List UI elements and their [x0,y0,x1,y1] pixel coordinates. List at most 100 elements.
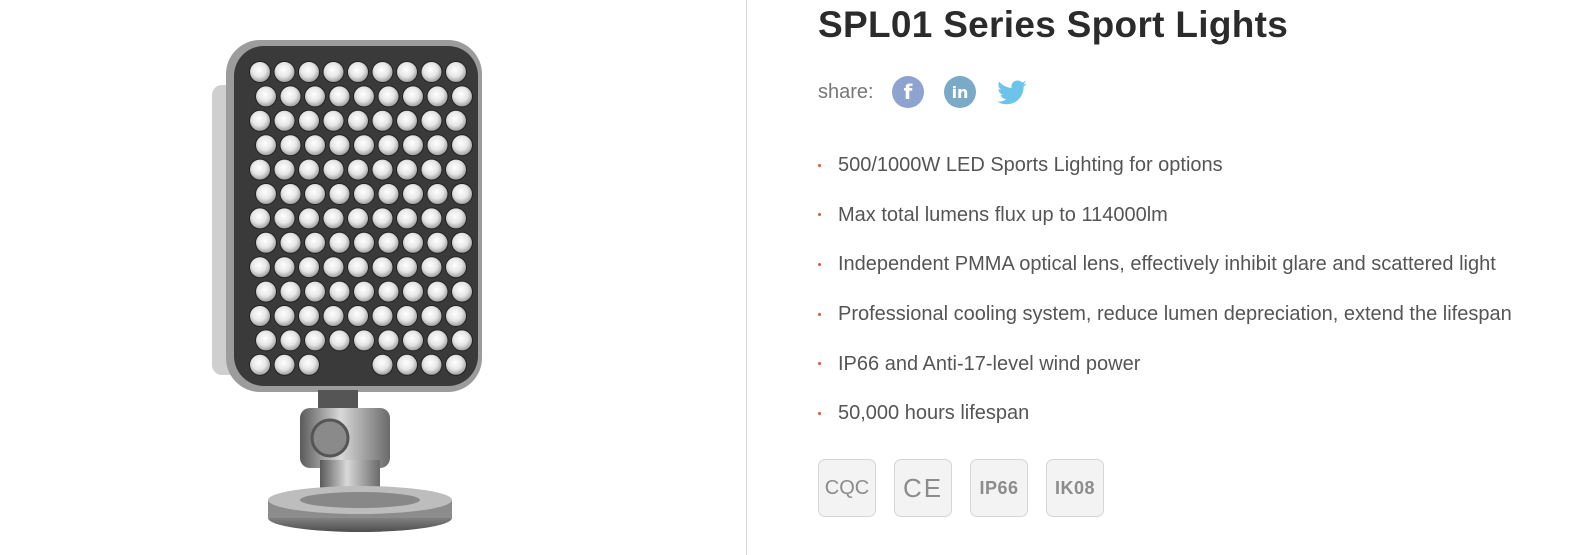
led-lens [255,183,277,205]
facebook-share-button[interactable]: f [891,76,924,108]
led-lens [396,158,418,181]
led-lens [445,109,467,132]
share-bar: share: f in [818,74,1048,110]
led-lens [377,280,400,303]
feature-text: 500/1000W LED Sports Lighting for option… [838,154,1223,177]
led-lens [298,305,320,327]
led-lens [249,158,271,181]
led-lens [420,158,443,181]
led-lens [396,256,418,279]
led-lens [451,183,473,205]
led-lens [273,256,296,279]
led-lens [445,207,467,230]
led-lens [451,329,473,352]
led-lens [322,305,345,327]
list-item: 500/1000W LED Sports Lighting for option… [818,141,1512,191]
led-lens [249,353,271,376]
led-lens [298,256,320,279]
led-lens [402,231,424,254]
led-lens [396,305,418,327]
linkedin-icon: in [951,83,968,102]
bullet-icon [818,312,821,316]
led-lens [353,231,375,254]
led-lens [396,61,418,83]
led-lens [255,134,277,157]
led-lens [420,256,443,279]
led-lens [353,183,375,205]
led-lens [451,231,473,254]
led-lens [396,207,418,230]
feature-text: IP66 and Anti-17-level wind power [838,352,1141,375]
led-lens [279,134,302,157]
led-lens [445,305,467,327]
led-lens [273,305,296,327]
led-lens [304,329,326,352]
led-lens [371,109,394,132]
led-lens [279,231,302,254]
led-lens [377,329,400,352]
bullet-icon [818,362,821,366]
feature-text: Independent PMMA optical lens, effective… [838,253,1496,276]
twitter-share-button[interactable] [996,76,1028,108]
led-lens [298,158,320,181]
led-lens [426,231,449,254]
led-lens [255,329,277,352]
led-lens [396,353,418,376]
led-lens [445,158,467,181]
led-lens [420,109,443,132]
feature-text: 50,000 hours lifespan [838,402,1030,425]
led-lens [304,231,326,254]
led-lens [304,183,326,205]
led-lens [322,109,345,132]
linkedin-share-button[interactable]: in [943,76,976,108]
led-lens [322,256,345,279]
led-lens [347,61,369,83]
led-lens [353,85,375,108]
led-lens [451,85,473,108]
led-lens [328,134,351,157]
led-lens [353,280,375,303]
led-lens [249,109,271,132]
led-lens [279,280,302,303]
ip66-badge: IP66 [970,459,1028,517]
led-lens [279,183,302,205]
bullet-icon [818,163,821,167]
led-lens [249,305,271,327]
led-lens [353,329,375,352]
led-lens [402,85,424,108]
led-lens [371,305,394,327]
list-item: Max total lumens flux up to 114000lm [818,191,1512,241]
led-lens [255,85,277,108]
led-lens [426,85,449,108]
led-lens [377,134,400,157]
led-lens [371,61,394,83]
led-lens [304,85,326,108]
twitter-bird-icon [996,80,1027,105]
ik08-badge: IK08 [1046,459,1104,517]
led-lens [328,280,351,303]
led-lens [353,134,375,157]
led-lens [322,158,345,181]
page-title: SPL01 Series Sport Lights [818,4,1289,45]
led-lens [273,207,296,230]
led-lens [273,353,296,376]
led-lens [445,61,467,83]
led-lens [402,329,424,352]
led-lens [298,207,320,230]
svg-text:in: in [951,83,968,102]
led-lens [371,207,394,230]
led-lens [347,158,369,181]
vertical-divider [746,0,747,555]
bullet-icon [818,411,821,415]
led-lens [255,280,277,303]
led-lens [402,183,424,205]
led-lens [279,85,302,108]
led-lens [298,109,320,132]
led-lens [402,134,424,157]
list-item: IP66 and Anti-17-level wind power [818,339,1512,389]
led-lens [322,61,345,83]
led-lens [347,256,369,279]
product-image [190,30,510,550]
led-lens [420,305,443,327]
sport-light-illustration [212,40,482,532]
